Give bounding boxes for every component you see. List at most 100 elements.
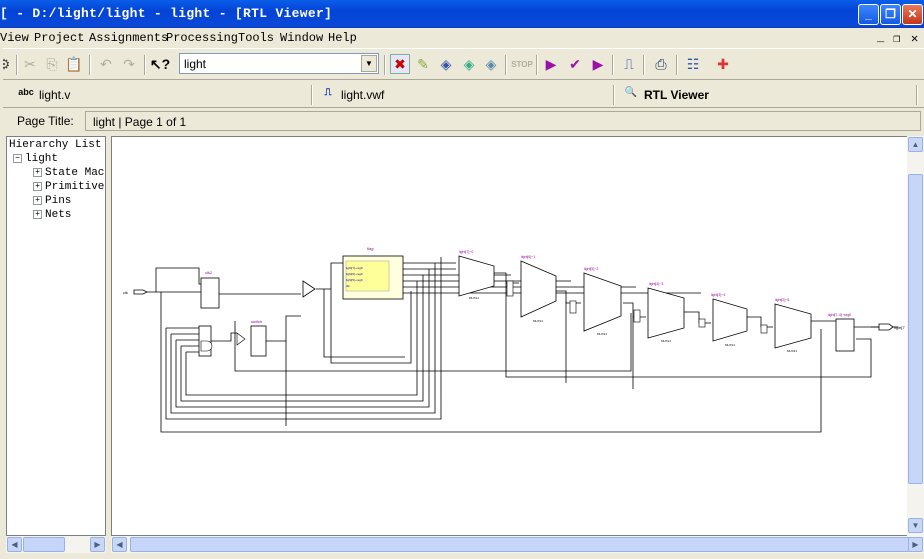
minimize-button[interactable]: _ (858, 4, 879, 25)
scroll-left-icon[interactable]: ◀ (112, 537, 127, 552)
help-pointer-icon[interactable]: ↖? (150, 54, 170, 74)
menu-tools[interactable]: Tools (238, 31, 274, 45)
timing-analysis-icon[interactable]: ▶ (588, 54, 608, 74)
tree-item-nets[interactable]: + Nets (33, 209, 71, 221)
mdi-close-button[interactable]: ✕ (911, 31, 918, 46)
mux-1[interactable]: light[6]~1 MUX21 (520, 255, 557, 323)
scroll-right-icon[interactable]: ▶ (908, 537, 923, 552)
canvas-horizontal-scrollbar[interactable]: ◀ ▶ (111, 536, 924, 553)
undo-icon[interactable]: ↶ (96, 54, 116, 74)
menu-window[interactable]: Window (280, 31, 323, 45)
clk2-register[interactable]: clk2 (200, 270, 220, 309)
fsm-port: light[6]~reg0 (346, 272, 363, 276)
mux-label: MUX21 (533, 319, 543, 323)
megawizard-icon[interactable]: ✚ (713, 54, 733, 74)
register-title: switch (251, 319, 262, 324)
chip-planner-icon[interactable]: ☷ (683, 54, 703, 74)
paste-icon[interactable]: 📋 (64, 54, 84, 74)
edit-pencil-icon[interactable]: ✎ (413, 54, 433, 74)
restore-button[interactable]: ❐ (880, 4, 901, 25)
document-tabs: abc light.v ⎍ light.vwf 🔍 RTL Viewer (0, 82, 924, 108)
scroll-down-icon[interactable]: ▼ (908, 518, 923, 533)
output-pin[interactable]: light[7 (854, 323, 905, 331)
toolbar: ⚙ ✂ ⎘ 📋 ↶ ↷ ↖? ✖ ✎ ◈ ◈ ◈ STOP ▶ ✔ ▶ ⎍ ⎙ … (0, 48, 924, 80)
mdi-minimize-button[interactable]: _ (877, 31, 884, 45)
inverter-symbol (760, 324, 768, 334)
hierarchy-horizontal-scrollbar[interactable]: ◀ ▶ (6, 536, 106, 553)
stop-icon[interactable]: STOP (511, 54, 533, 74)
tree-item-label: Primitive: (45, 181, 106, 193)
waveform-file-icon: ⎍ (324, 87, 332, 98)
buffer-symbol[interactable] (302, 280, 316, 298)
menu-view[interactable]: View (0, 31, 29, 45)
simulation-icon[interactable]: ⎍ (619, 54, 639, 74)
mux-0[interactable]: light[7]~0 MUX21 (458, 250, 495, 300)
and-gate[interactable] (198, 325, 213, 357)
inverter-symbol (506, 280, 514, 297)
rtl-schematic-canvas[interactable]: clk clk2 switch flag light[7]~reg0 light… (111, 136, 908, 536)
expand-icon[interactable]: + (33, 195, 42, 205)
mux-label: MUX21 (661, 339, 671, 343)
fsm-block[interactable]: flag light[7]~reg0 light[6]~reg0 light[5… (342, 246, 404, 300)
start-compilation-icon[interactable]: ▶ (541, 54, 561, 74)
mux-title: light[4]~3 (649, 282, 663, 286)
mux-2[interactable]: light[5]~2 MUX21 (583, 267, 622, 336)
close-button[interactable]: ✕ (902, 4, 923, 25)
tree-item-pins[interactable]: + Pins (33, 195, 71, 207)
tree-item-state-machines[interactable]: + State Mac (33, 167, 104, 179)
menu-project[interactable]: Project (34, 31, 84, 45)
entity-combo[interactable]: light ▼ (179, 53, 379, 74)
tree-item-label: Nets (45, 209, 72, 221)
cut-icon[interactable]: ✂ (20, 54, 40, 74)
entity-combo-value: light (184, 57, 207, 71)
tab-light-v[interactable]: abc light.v (17, 85, 70, 105)
hierarchy-scroll-thumb[interactable] (23, 537, 65, 552)
tree-item-primitives[interactable]: + Primitive: (33, 181, 106, 193)
analysis-elaboration-icon[interactable]: ◈ (459, 54, 479, 74)
menu-assignments[interactable]: Assignments (89, 31, 168, 45)
schematic: clk clk2 switch flag light[7]~reg0 light… (123, 246, 905, 433)
expand-icon[interactable]: + (33, 167, 42, 177)
tab-rtl-viewer[interactable]: 🔍 RTL Viewer (622, 85, 709, 105)
scroll-up-icon[interactable]: ▲ (908, 137, 923, 152)
mux-3[interactable]: light[4]~3 MUX21 (647, 282, 685, 343)
fsm-port: light[5]~reg0 (346, 278, 363, 282)
tab-light-vwf[interactable]: ⎍ light.vwf (319, 85, 385, 105)
menu-processing[interactable]: Processing (166, 31, 238, 45)
tree-root-item[interactable]: − light (13, 153, 58, 165)
toolbar-separator (89, 55, 91, 75)
mux-title: light[7]~0 (459, 250, 473, 254)
programmer-icon[interactable]: ⎙ (651, 54, 671, 74)
vertical-scrollbar[interactable]: ▲ ▼ (907, 136, 924, 536)
scroll-left-icon[interactable]: ◀ (7, 537, 22, 552)
mux-title: light[3]~4 (711, 293, 725, 297)
copy-icon[interactable]: ⎘ (42, 54, 62, 74)
page-title-bar: Page Title: light | Page 1 of 1 (0, 108, 924, 134)
scroll-right-icon[interactable]: ▶ (90, 537, 105, 552)
canvas-scroll-thumb[interactable] (130, 537, 910, 552)
design-assistant-icon[interactable]: ◈ (481, 54, 501, 74)
redo-icon[interactable]: ↷ (119, 54, 139, 74)
tab-divider (613, 85, 615, 105)
compile-stop-icon[interactable]: ✖ (390, 54, 410, 74)
analysis-icon[interactable]: ◈ (436, 54, 456, 74)
page-title-label: Page Title: (17, 114, 74, 128)
inverter-symbol (569, 300, 577, 314)
expand-icon[interactable]: + (33, 181, 42, 191)
toolbar-separator (144, 55, 146, 75)
hierarchy-list[interactable]: Hierarchy List − light + State Mac + Primit… (6, 136, 106, 536)
mux-label: MUX21 (725, 343, 735, 347)
vertical-scroll-thumb[interactable] (908, 174, 923, 484)
mdi-restore-button[interactable]: ❐ (893, 31, 900, 46)
collapse-icon[interactable]: − (13, 153, 22, 163)
menu-help[interactable]: Help (328, 31, 357, 45)
clk-input-pin[interactable]: clk (123, 289, 148, 295)
chevron-down-icon[interactable]: ▼ (361, 55, 377, 72)
output-register[interactable]: light[7..0]~reg0 (828, 313, 855, 352)
expand-icon[interactable]: + (33, 209, 42, 219)
tab-label: RTL Viewer (644, 88, 709, 102)
mux-5[interactable]: light[2]~5 MUX21 (774, 298, 812, 353)
mux-4[interactable]: light[3]~4 MUX21 (711, 293, 748, 347)
start-analysis-icon[interactable]: ✔ (565, 54, 585, 74)
switch-register[interactable]: switch (236, 319, 267, 357)
